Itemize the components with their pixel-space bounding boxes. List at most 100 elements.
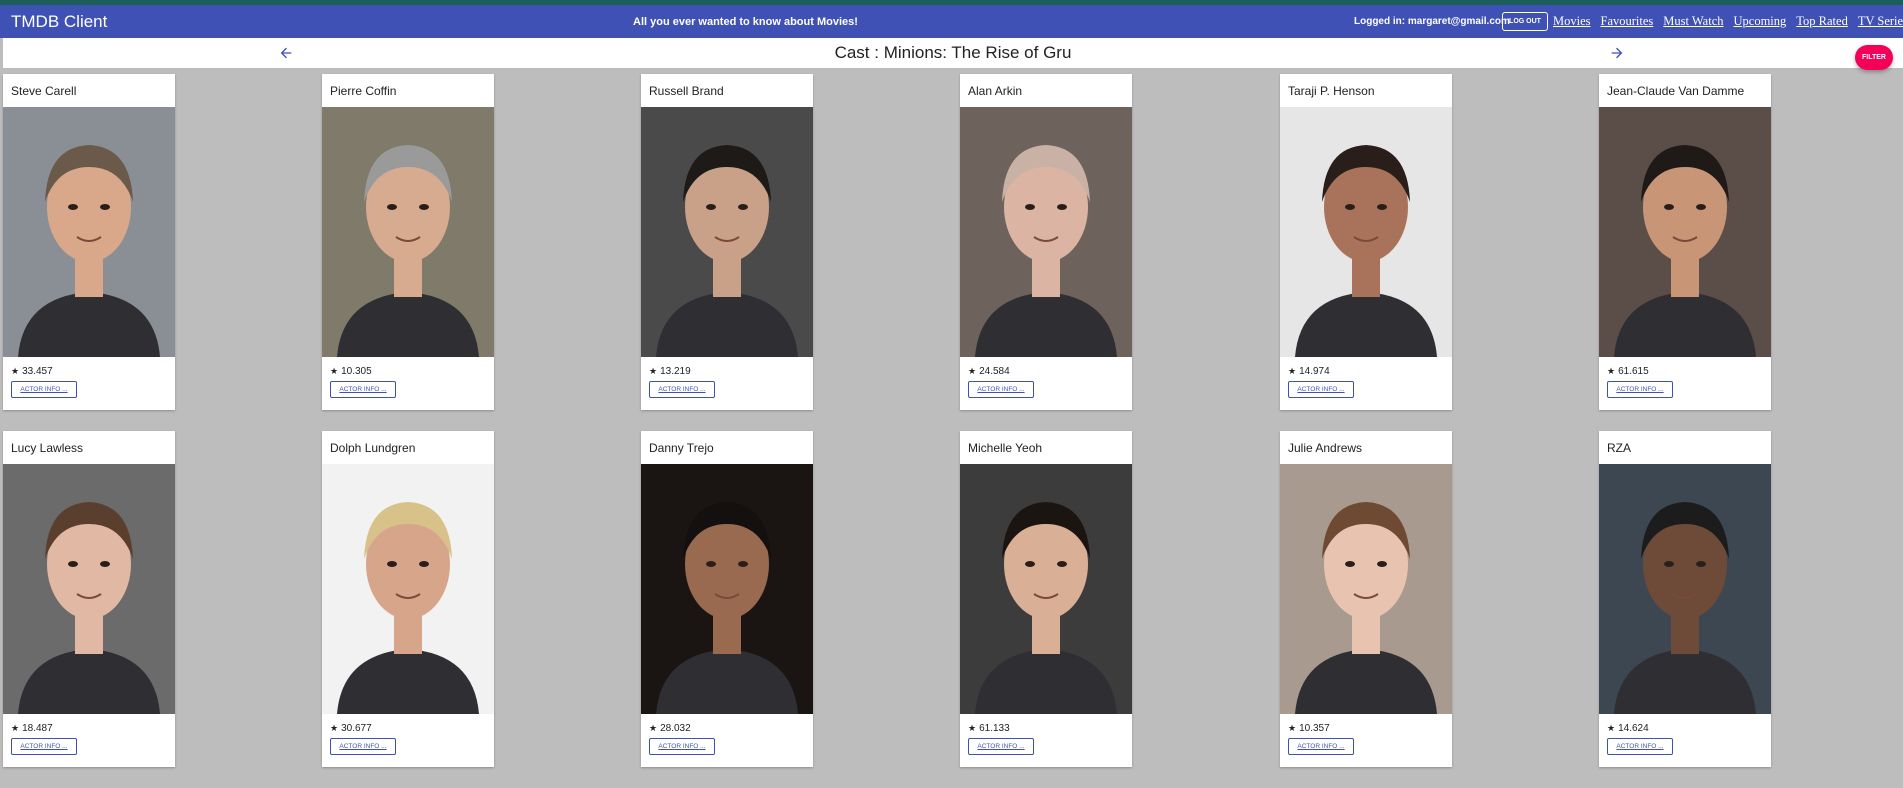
actor-info-button[interactable]: ACTOR INFO ... (1288, 738, 1354, 755)
cast-card: Lucy Lawless ★ 18.487 ACTOR INFO ... (3, 431, 175, 767)
popularity-rating: ★ 14.624 (1607, 723, 1649, 734)
actor-info-button[interactable]: ACTOR INFO ... (649, 738, 715, 755)
popularity-value: 33.457 (22, 366, 53, 377)
cast-card: Steve Carell ★ 33.457 ACTOR INFO ... (3, 74, 175, 410)
app-title[interactable]: TMDB Client (11, 12, 107, 32)
popularity-rating: ★ 28.032 (649, 723, 691, 734)
star-icon: ★ (1288, 723, 1297, 733)
popularity-rating: ★ 14.974 (1288, 366, 1330, 377)
popularity-rating: ★ 10.305 (330, 366, 372, 377)
actor-photo (960, 107, 1132, 357)
actor-photo (641, 464, 813, 714)
cast-card: Danny Trejo ★ 28.032 ACTOR INFO ... (641, 431, 813, 767)
actor-name: Russell Brand (649, 84, 724, 98)
nav-link-top-rated[interactable]: Top Rated (1796, 14, 1848, 29)
actor-name: Steve Carell (11, 84, 77, 98)
actor-photo (1599, 464, 1771, 714)
popularity-value: 14.624 (1618, 723, 1649, 734)
star-icon: ★ (649, 366, 658, 376)
actor-info-button[interactable]: ACTOR INFO ... (11, 738, 77, 755)
cast-card: Michelle Yeoh ★ 61.133 ACTOR INFO ... (960, 431, 1132, 767)
star-icon: ★ (968, 366, 977, 376)
cast-card: Jean-Claude Van Damme ★ 61.615 ACTOR INFO .… (1599, 74, 1771, 410)
popularity-rating: ★ 30.677 (330, 723, 372, 734)
popularity-value: 61.133 (979, 723, 1010, 734)
star-icon: ★ (11, 723, 20, 733)
popularity-rating: ★ 24.584 (968, 366, 1010, 377)
cast-card: Taraji P. Henson ★ 14.974 ACTOR INFO ... (1280, 74, 1452, 410)
popularity-rating: ★ 18.487 (11, 723, 53, 734)
arrow-left-icon[interactable] (278, 45, 294, 61)
app-bar: TMDB Client All you ever wanted to know … (0, 5, 1903, 38)
actor-photo (322, 107, 494, 357)
star-icon: ★ (330, 366, 339, 376)
actor-info-button[interactable]: ACTOR INFO ... (1288, 381, 1354, 398)
arrow-right-icon[interactable] (1609, 45, 1625, 61)
popularity-value: 28.032 (660, 723, 691, 734)
cast-card: Dolph Lundgren ★ 30.677 ACTOR INFO ... (322, 431, 494, 767)
actor-info-button[interactable]: ACTOR INFO ... (968, 381, 1034, 398)
popularity-rating: ★ 33.457 (11, 366, 53, 377)
popularity-rating: ★ 61.133 (968, 723, 1010, 734)
actor-photo (641, 107, 813, 357)
cast-card: Pierre Coffin ★ 10.305 ACTOR INFO ... (322, 74, 494, 410)
star-icon: ★ (649, 723, 658, 733)
actor-photo (1280, 107, 1452, 357)
cast-card: RZA ★ 14.624 ACTOR INFO ... (1599, 431, 1771, 767)
nav-link-movies[interactable]: Movies (1553, 14, 1591, 29)
nav-link-tv-series[interactable]: TV Series (1858, 14, 1903, 29)
actor-name: Jean-Claude Van Damme (1607, 84, 1745, 98)
popularity-rating: ★ 61.615 (1607, 366, 1649, 377)
actor-info-button[interactable]: ACTOR INFO ... (330, 381, 396, 398)
actor-photo (960, 464, 1132, 714)
actor-photo (3, 107, 175, 357)
page-header: Cast : Minions: The Rise of Gru (3, 38, 1903, 68)
star-icon: ★ (1288, 366, 1297, 376)
popularity-value: 61.615 (1618, 366, 1649, 377)
logout-button[interactable]: LOG OUT (1502, 12, 1548, 31)
nav-link-upcoming[interactable]: Upcoming (1734, 14, 1787, 29)
actor-info-button[interactable]: ACTOR INFO ... (1607, 738, 1673, 755)
actor-name: Julie Andrews (1288, 441, 1363, 455)
popularity-value: 10.305 (341, 366, 372, 377)
actor-photo (322, 464, 494, 714)
actor-info-button[interactable]: ACTOR INFO ... (11, 381, 77, 398)
star-icon: ★ (968, 723, 977, 733)
actor-photo (1599, 107, 1771, 357)
star-icon: ★ (1607, 366, 1616, 376)
popularity-value: 10.357 (1299, 723, 1330, 734)
actor-name: Taraji P. Henson (1288, 84, 1375, 98)
actor-name: RZA (1607, 441, 1631, 455)
popularity-value: 18.487 (22, 723, 53, 734)
popularity-value: 30.677 (341, 723, 372, 734)
cast-card: Julie Andrews ★ 10.357 ACTOR INFO ... (1280, 431, 1452, 767)
app-tagline: All you ever wanted to know about Movies… (633, 16, 858, 28)
cast-card: Russell Brand ★ 13.219 ACTOR INFO ... (641, 74, 813, 410)
filter-button[interactable]: FILTER (1855, 45, 1893, 70)
actor-name: Dolph Lundgren (330, 441, 416, 455)
actor-photo (3, 464, 175, 714)
star-icon: ★ (330, 723, 339, 733)
nav-link-must-watch[interactable]: Must Watch (1663, 14, 1723, 29)
popularity-value: 13.219 (660, 366, 691, 377)
logged-in-user: Logged in: margaret@gmail.com (1354, 16, 1510, 27)
actor-name: Danny Trejo (649, 441, 714, 455)
actor-name: Pierre Coffin (330, 84, 397, 98)
actor-info-button[interactable]: ACTOR INFO ... (1607, 381, 1673, 398)
popularity-value: 14.974 (1299, 366, 1330, 377)
actor-info-button[interactable]: ACTOR INFO ... (649, 381, 715, 398)
popularity-rating: ★ 10.357 (1288, 723, 1330, 734)
popularity-rating: ★ 13.219 (649, 366, 691, 377)
popularity-value: 24.584 (979, 366, 1010, 377)
actor-info-button[interactable]: ACTOR INFO ... (330, 738, 396, 755)
actor-name: Alan Arkin (968, 84, 1023, 98)
actor-name: Lucy Lawless (11, 441, 84, 455)
actor-name: Michelle Yeoh (968, 441, 1043, 455)
star-icon: ★ (11, 366, 20, 376)
cast-card: Alan Arkin ★ 24.584 ACTOR INFO ... (960, 74, 1132, 410)
actor-info-button[interactable]: ACTOR INFO ... (968, 738, 1034, 755)
nav-link-favourites[interactable]: Favourites (1601, 14, 1654, 29)
actor-photo (1280, 464, 1452, 714)
nav-links: Movies Favourites Must Watch Upcoming To… (1553, 14, 1903, 29)
star-icon: ★ (1607, 723, 1616, 733)
